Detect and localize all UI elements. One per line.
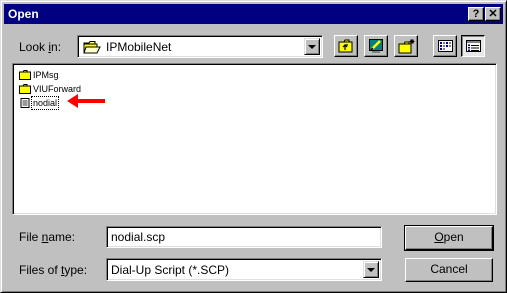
look-in-combobox[interactable]: IPMobileNet xyxy=(77,35,323,58)
up-one-level-button[interactable] xyxy=(334,35,358,57)
files-of-type-label: Files of type: xyxy=(19,263,88,277)
file-name-label: IPMsg xyxy=(33,70,59,80)
look-in-value: IPMobileNet xyxy=(106,40,172,54)
create-new-folder-button[interactable] xyxy=(394,35,418,57)
red-arrow-annotation-icon xyxy=(67,94,105,108)
details-view-icon xyxy=(466,40,481,52)
window-title: Open xyxy=(8,7,39,21)
desktop-button[interactable] xyxy=(364,35,388,57)
list-view-button[interactable] xyxy=(433,35,457,57)
folder-icon xyxy=(19,70,31,80)
folder-icon xyxy=(19,84,31,94)
files-of-type-dropdown-button[interactable] xyxy=(363,261,379,278)
details-view-button[interactable] xyxy=(461,35,485,57)
close-button[interactable]: ✕ xyxy=(485,7,501,21)
file-list[interactable]: IPMsg VIUForward nodial xyxy=(12,63,497,215)
file-name-value: nodial.scp xyxy=(111,230,166,244)
folder-open-icon xyxy=(83,41,101,54)
file-name-label-text: File name: xyxy=(19,230,76,244)
list-view-icon xyxy=(438,40,453,52)
desktop-icon xyxy=(369,39,383,53)
script-file-icon xyxy=(20,98,30,108)
help-button[interactable]: ? xyxy=(468,7,484,21)
up-folder-icon xyxy=(338,39,353,53)
file-name-label: nodial xyxy=(30,96,60,110)
look-in-label: Look in: xyxy=(19,40,62,54)
new-folder-icon xyxy=(398,39,415,54)
look-in-dropdown-button[interactable] xyxy=(304,38,320,55)
file-name-input[interactable]: nodial.scp xyxy=(106,226,382,248)
open-dialog: Open ? ✕ Look in: IPMobileNet IPMsg VIUF… xyxy=(0,0,507,293)
title-bar[interactable]: Open ? ✕ xyxy=(4,4,503,24)
files-of-type-select[interactable]: Dial-Up Script (*.SCP) xyxy=(106,258,382,281)
files-of-type-value: Dial-Up Script (*.SCP) xyxy=(111,263,230,277)
open-button[interactable]: Open xyxy=(404,225,494,251)
cancel-button[interactable]: Cancel xyxy=(405,258,493,282)
